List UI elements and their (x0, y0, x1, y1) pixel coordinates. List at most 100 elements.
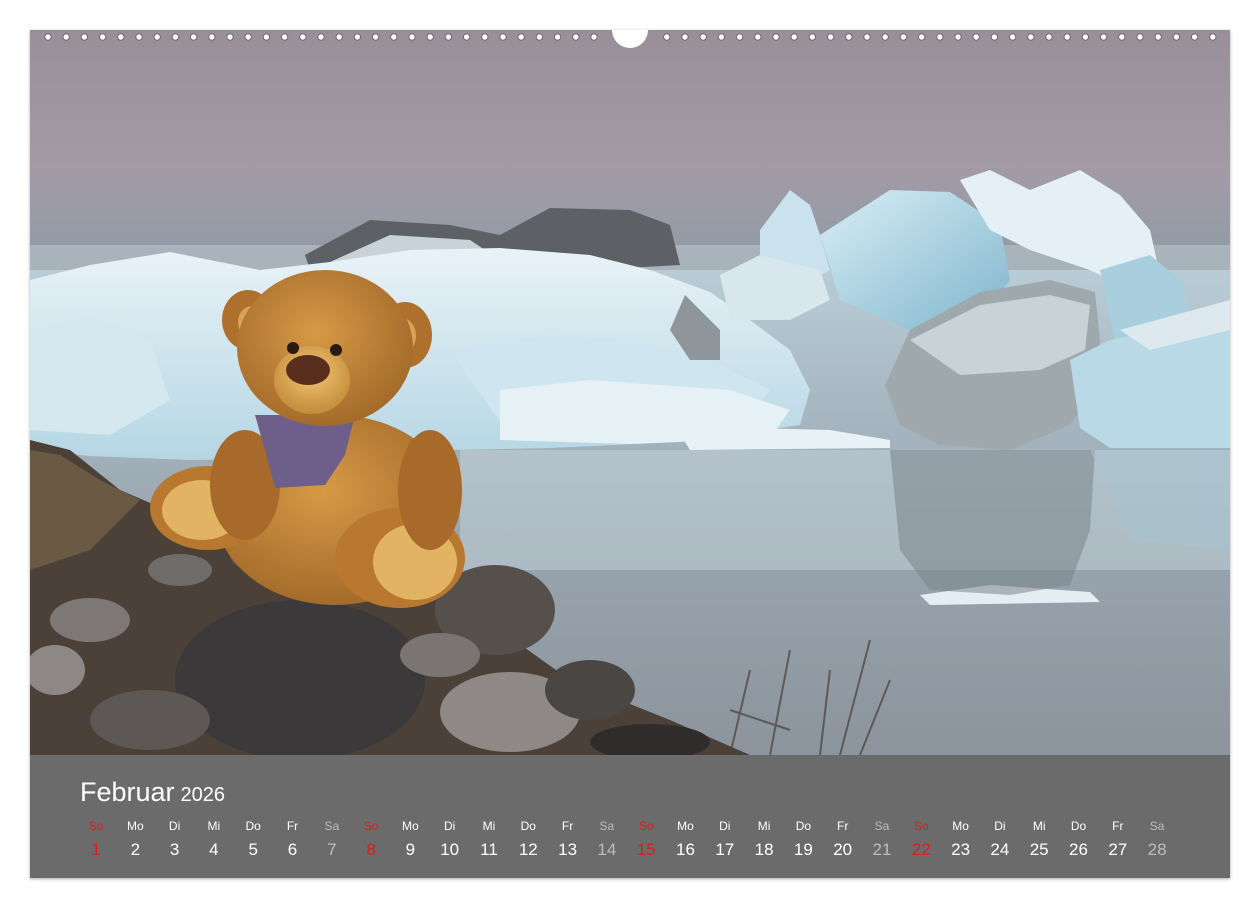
binding-hole (171, 33, 180, 41)
binding-hole (117, 33, 125, 41)
binding-hole (335, 33, 343, 41)
binding-hole (1045, 33, 1053, 41)
day-number: 24 (990, 840, 1010, 859)
day-number: 4 (209, 840, 219, 859)
binding-hole (299, 33, 307, 41)
binding-hole (408, 33, 416, 41)
day-number: 1 (91, 840, 101, 859)
binding-hole (135, 33, 143, 41)
day-number: 6 (287, 840, 298, 859)
day-number: 27 (1108, 840, 1128, 859)
binding-hole (317, 33, 325, 41)
day-number: 17 (715, 840, 735, 859)
calendar-panel: Februar 2026 So 1 Mo 2 Di 3 Mi 4 Do 5 Fr 6 Sa 7 So 8 Mo 9 D… (30, 755, 1230, 878)
month-title: Februar 2026 (80, 777, 225, 808)
weekday-label: Sa (324, 819, 340, 833)
binding-hole (1209, 33, 1217, 41)
weekday-label: Do (795, 819, 812, 833)
binding-hole (845, 33, 853, 41)
binding-hole (1081, 33, 1090, 41)
binding-hole (663, 33, 671, 41)
hanger-notch (612, 30, 648, 48)
binding-hole (699, 33, 707, 41)
binding-hole (972, 33, 980, 41)
day-number: 21 (872, 840, 892, 859)
binding-hole (936, 33, 944, 41)
binding-hole (863, 33, 871, 41)
day-number: 19 (793, 840, 813, 859)
day-number: 25 (1029, 840, 1049, 859)
binding-hole (390, 33, 398, 41)
day-number: 3 (169, 840, 180, 859)
binding-hole (44, 33, 52, 41)
binding-hole (681, 33, 689, 41)
binding-hole (208, 33, 216, 41)
day-number: 7 (327, 840, 337, 859)
teddy-bear-glacier-lagoon-photo (30, 30, 1230, 755)
spiral-binding (44, 30, 1217, 48)
day-number: 2 (130, 840, 141, 859)
day-number: 8 (366, 840, 376, 859)
weekday-label: So (88, 819, 104, 833)
day-number: 28 (1147, 840, 1167, 859)
binding-hole (189, 33, 198, 41)
day-number: 15 (636, 840, 656, 859)
weekday-label: Di (994, 819, 1006, 833)
binding-hole (426, 33, 434, 41)
weekday-label: Mi (1032, 819, 1046, 833)
binding-hole (553, 33, 562, 41)
weekday-label: Mo (126, 819, 144, 833)
binding-hole (1172, 33, 1181, 41)
weekday-label: Mi (482, 819, 496, 833)
binding-hole (954, 33, 962, 41)
binding-hole (499, 33, 507, 41)
calendar-page: Februar 2026 So 1 Mo 2 Di 3 Mi 4 Do 5 Fr 6 Sa 7 So 8 Mo 9 D… (30, 30, 1230, 878)
binding-hole (572, 33, 580, 41)
binding-hole (98, 33, 107, 41)
weekday-label: Di (719, 819, 731, 833)
day-number: 20 (833, 840, 853, 859)
weekday-label: Mo (677, 819, 694, 833)
day-number: 12 (518, 840, 538, 859)
binding-hole (280, 33, 289, 41)
weekday-label: So (363, 819, 379, 833)
month-name: Februar (80, 777, 175, 807)
binding-hole (517, 33, 525, 41)
weekday-label: Sa (599, 819, 615, 833)
weekday-label: Fr (286, 819, 299, 833)
binding-hole (462, 33, 471, 41)
binding-hole (717, 33, 726, 41)
weekday-label: Fr (1112, 819, 1124, 833)
binding-hole (80, 33, 89, 41)
day-number: 5 (248, 840, 258, 859)
binding-hole (1118, 33, 1126, 41)
binding-hole (826, 33, 835, 41)
weekday-label: Fr (837, 819, 849, 833)
weekday-label: Di (444, 819, 456, 833)
weekday-label: Do (1070, 819, 1087, 833)
binding-hole (1154, 33, 1162, 41)
binding-hole (481, 33, 489, 41)
binding-hole (62, 33, 70, 41)
binding-hole (444, 33, 453, 41)
weekday-label: Sa (1149, 819, 1165, 833)
weekday-label: Di (168, 819, 181, 833)
day-number: 9 (405, 840, 416, 859)
binding-hole (244, 33, 252, 41)
day-number: 22 (911, 840, 931, 859)
weekday-label: So (913, 819, 929, 833)
weekday-label: Do (520, 819, 536, 833)
weekday-label: Do (245, 819, 261, 833)
binding-hole (772, 33, 780, 41)
day-number: 14 (597, 840, 617, 859)
day-number: 23 (951, 840, 971, 859)
binding-hole (1136, 33, 1144, 41)
month-year: 2026 (180, 784, 226, 806)
binding-hole (1099, 33, 1108, 41)
binding-hole (790, 33, 798, 41)
day-number: 26 (1069, 840, 1088, 859)
weekday-label: Fr (561, 819, 574, 833)
weekday-label: Mo (952, 819, 969, 833)
day-number: 13 (558, 840, 578, 859)
binding-hole (1190, 33, 1199, 41)
